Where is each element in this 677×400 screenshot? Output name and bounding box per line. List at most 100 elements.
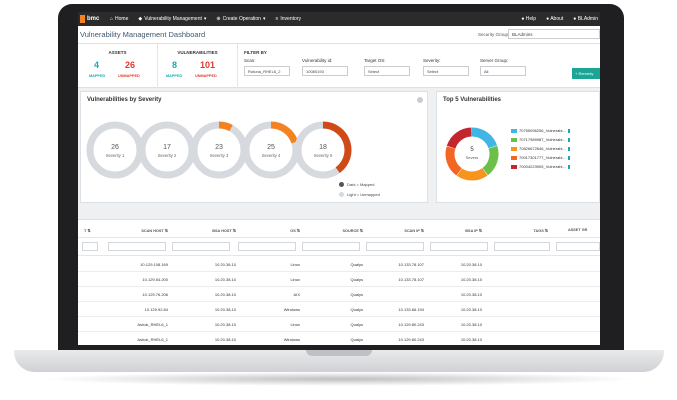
- col-header-bsa-host[interactable]: BSA HOST ⇅: [188, 228, 236, 233]
- nav-home[interactable]: ⌂ Home: [110, 16, 128, 22]
- nav-right: ● Help ● About ● BLAdmin: [521, 16, 600, 22]
- cell-scan-ip: 10.129.80.243: [398, 322, 424, 327]
- severity-count: 25: [267, 144, 275, 151]
- severity-donut-mapped-arc[interactable]: [270, 121, 299, 144]
- summary-row: ASSETS 4 26 MAPPED UNMAPPED VULNERABILIT…: [78, 44, 600, 88]
- filter-input-os[interactable]: [238, 242, 296, 251]
- table-row[interactable]: 10.129.92.84 10.20.38.10 Windows Qualys 10.1…: [78, 302, 600, 317]
- filter-input-tags[interactable]: [494, 242, 550, 251]
- mapped-dot-icon: [339, 182, 344, 187]
- assets-mapped-count[interactable]: 4: [94, 60, 99, 70]
- user-menu[interactable]: ● BLAdmin: [573, 16, 598, 22]
- severity-label: Severity:: [423, 58, 441, 63]
- top5-legend-item[interactable]: 70826672646_Vulnerabi...: [511, 146, 570, 151]
- nav-create-operation[interactable]: ⊕ Create Operation ▾: [216, 16, 265, 22]
- top5-legend-item[interactable]: 70755096256_Vulnerabi...: [511, 128, 570, 133]
- col-header-tags[interactable]: TAGS ⇅: [498, 228, 548, 233]
- help-link[interactable]: ● Help: [521, 16, 536, 22]
- nav-create-label: Create Operation: [222, 16, 261, 22]
- cell-scan-ip: 10.133.78.107: [398, 262, 424, 267]
- legend-unmapped: Light = Unmapped: [339, 192, 380, 197]
- laptop-shadow: [40, 372, 640, 386]
- col-tags-label: TAGS: [533, 229, 544, 233]
- severity-label: Severity 5: [314, 153, 333, 158]
- unmapped-dot-icon: [339, 192, 344, 197]
- vulns-mapped-label: MAPPED: [166, 74, 183, 78]
- cell-scan-ip: 10.133.66.194: [398, 307, 424, 312]
- filter-input-source[interactable]: [302, 242, 360, 251]
- severity-select[interactable]: Select: [423, 66, 469, 76]
- about-link[interactable]: ● About: [546, 16, 563, 22]
- table-row[interactable]: Ashok_RHEL6_1 10.20.38.10 Windows Qualys 10.…: [78, 332, 600, 345]
- server-group-label: Server Group:: [480, 58, 509, 63]
- target-os-select[interactable]: Select: [364, 66, 410, 76]
- filter-input-bsa-ip[interactable]: [430, 242, 488, 251]
- table-row[interactable]: 10.129.108.169 10.20.38.10 Linux Qualys 10.1…: [78, 257, 600, 272]
- filter-input-asset-gr[interactable]: [556, 242, 600, 251]
- col-header-scan-ip[interactable]: SCAN IP ⇅: [378, 228, 424, 233]
- legend-mapped: Dark = Mapped: [339, 182, 374, 187]
- assets-unmapped-count[interactable]: 26: [125, 60, 135, 70]
- nav-inventory-label: Inventory: [280, 16, 301, 22]
- vuln-id-select[interactable]: 10080193: [302, 66, 348, 76]
- cell-bsa-host: 10.20.38.10: [214, 307, 236, 312]
- legend-bar-icon: [567, 146, 570, 151]
- app-screen: bmc ⌂ Home ◆ Vulnerability Management ▾ …: [78, 12, 600, 345]
- cell-bsa-ip: 10.20.38.10: [460, 277, 482, 282]
- assets-table: T ⇅ SCAN HOST ⇅ BSA HOST ⇅ OS ⇅ SOURCE ⇅…: [78, 219, 600, 345]
- filter-input-scan-ip[interactable]: [366, 242, 424, 251]
- cell-source: Qualys: [350, 277, 363, 282]
- cell-source: Qualys: [350, 307, 363, 312]
- col-header-t[interactable]: T ⇅: [84, 228, 91, 233]
- severity-donut-mapped-arc[interactable]: [218, 121, 233, 132]
- top5-legend-item[interactable]: 70017301777_Vulnerabi...: [511, 155, 570, 160]
- severity-count: 17: [163, 144, 171, 151]
- filter-input-t[interactable]: [82, 242, 98, 251]
- table-row[interactable]: 10.129.54.200 10.20.38.10 Linux Qualys 10.13…: [78, 272, 600, 287]
- table-row[interactable]: 10.129.76.206 10.20.38.10 AIX Qualys 10.20.3…: [78, 287, 600, 302]
- remedy-button[interactable]: + Remedy: [572, 68, 600, 79]
- legend-swatch-icon: [511, 155, 517, 160]
- col-header-asset-gr[interactable]: ASSET GR: [568, 228, 600, 232]
- col-header-scan-host[interactable]: SCAN HOST ⇅: [128, 228, 168, 233]
- col-header-source[interactable]: SOURCE ⇅: [318, 228, 364, 233]
- cell-scan-host: Ashok_RHEL6_1: [137, 322, 168, 327]
- vulnerabilities-box: VULNERABILITIES 8 101 MAPPED UNMAPPED: [158, 44, 238, 88]
- plus-circle-icon: ⊕: [216, 16, 221, 22]
- vulns-mapped-count[interactable]: 8: [172, 60, 177, 70]
- home-icon: ⌂: [110, 16, 114, 22]
- cell-bsa-host: 10.20.38.10: [214, 277, 236, 282]
- col-os-label: OS: [290, 229, 296, 233]
- cell-bsa-host: 10.20.38.10: [214, 292, 236, 297]
- col-header-os[interactable]: OS ⇅: [260, 228, 300, 233]
- top5-legend-label: 70017301777_Vulnerabi...: [519, 155, 566, 160]
- bmc-logo[interactable]: bmc: [78, 12, 100, 26]
- table-row[interactable]: Ashok_RHEL6_1 10.20.38.10 Linux Qualys 10.12…: [78, 317, 600, 332]
- top5-legend-label: 70004223905_Vulnerabi...: [519, 164, 566, 169]
- filter-input-scan-host[interactable]: [108, 242, 166, 251]
- nav-vulnerability-management[interactable]: ◆ Vulnerability Management ▾: [138, 16, 206, 22]
- security-groups-input[interactable]: BLAdmins: [508, 29, 600, 39]
- security-groups-label: Security Groups:: [478, 32, 512, 37]
- legend-bar-icon: [567, 164, 570, 169]
- cell-scan-ip: 10.129.80.243: [398, 337, 424, 342]
- shield-icon: ◆: [138, 16, 143, 22]
- cell-scan-host: 10.129.54.200: [142, 277, 168, 282]
- nav-vm-label: Vulnerability Management: [144, 16, 202, 22]
- top5-center-count: 5: [470, 147, 474, 153]
- scan-select[interactable]: Rutuna_RHEL6_2: [244, 66, 290, 76]
- legend-swatch-icon: [511, 128, 517, 133]
- top5-center: 5 Severs: [437, 92, 507, 204]
- legend-mapped-label: Dark = Mapped: [347, 182, 375, 187]
- col-asset-gr-label: ASSET GR: [568, 228, 588, 232]
- top5-legend-item[interactable]: 70717989987_Vulnerabi...: [511, 137, 570, 142]
- filter-input-bsa-host[interactable]: [172, 242, 230, 251]
- cell-bsa-ip: 10.20.38.10: [460, 262, 482, 267]
- nav-inventory[interactable]: ≡ Inventory: [275, 16, 301, 22]
- col-header-bsa-ip[interactable]: BSA IP ⇅: [436, 228, 482, 233]
- vulns-unmapped-count[interactable]: 101: [200, 60, 215, 70]
- cell-bsa-host: 10.20.38.10: [214, 337, 236, 342]
- severity-count: 26: [111, 144, 119, 151]
- top5-legend-item[interactable]: 70004223905_Vulnerabi...: [511, 164, 570, 169]
- server-group-select[interactable]: All: [480, 66, 526, 76]
